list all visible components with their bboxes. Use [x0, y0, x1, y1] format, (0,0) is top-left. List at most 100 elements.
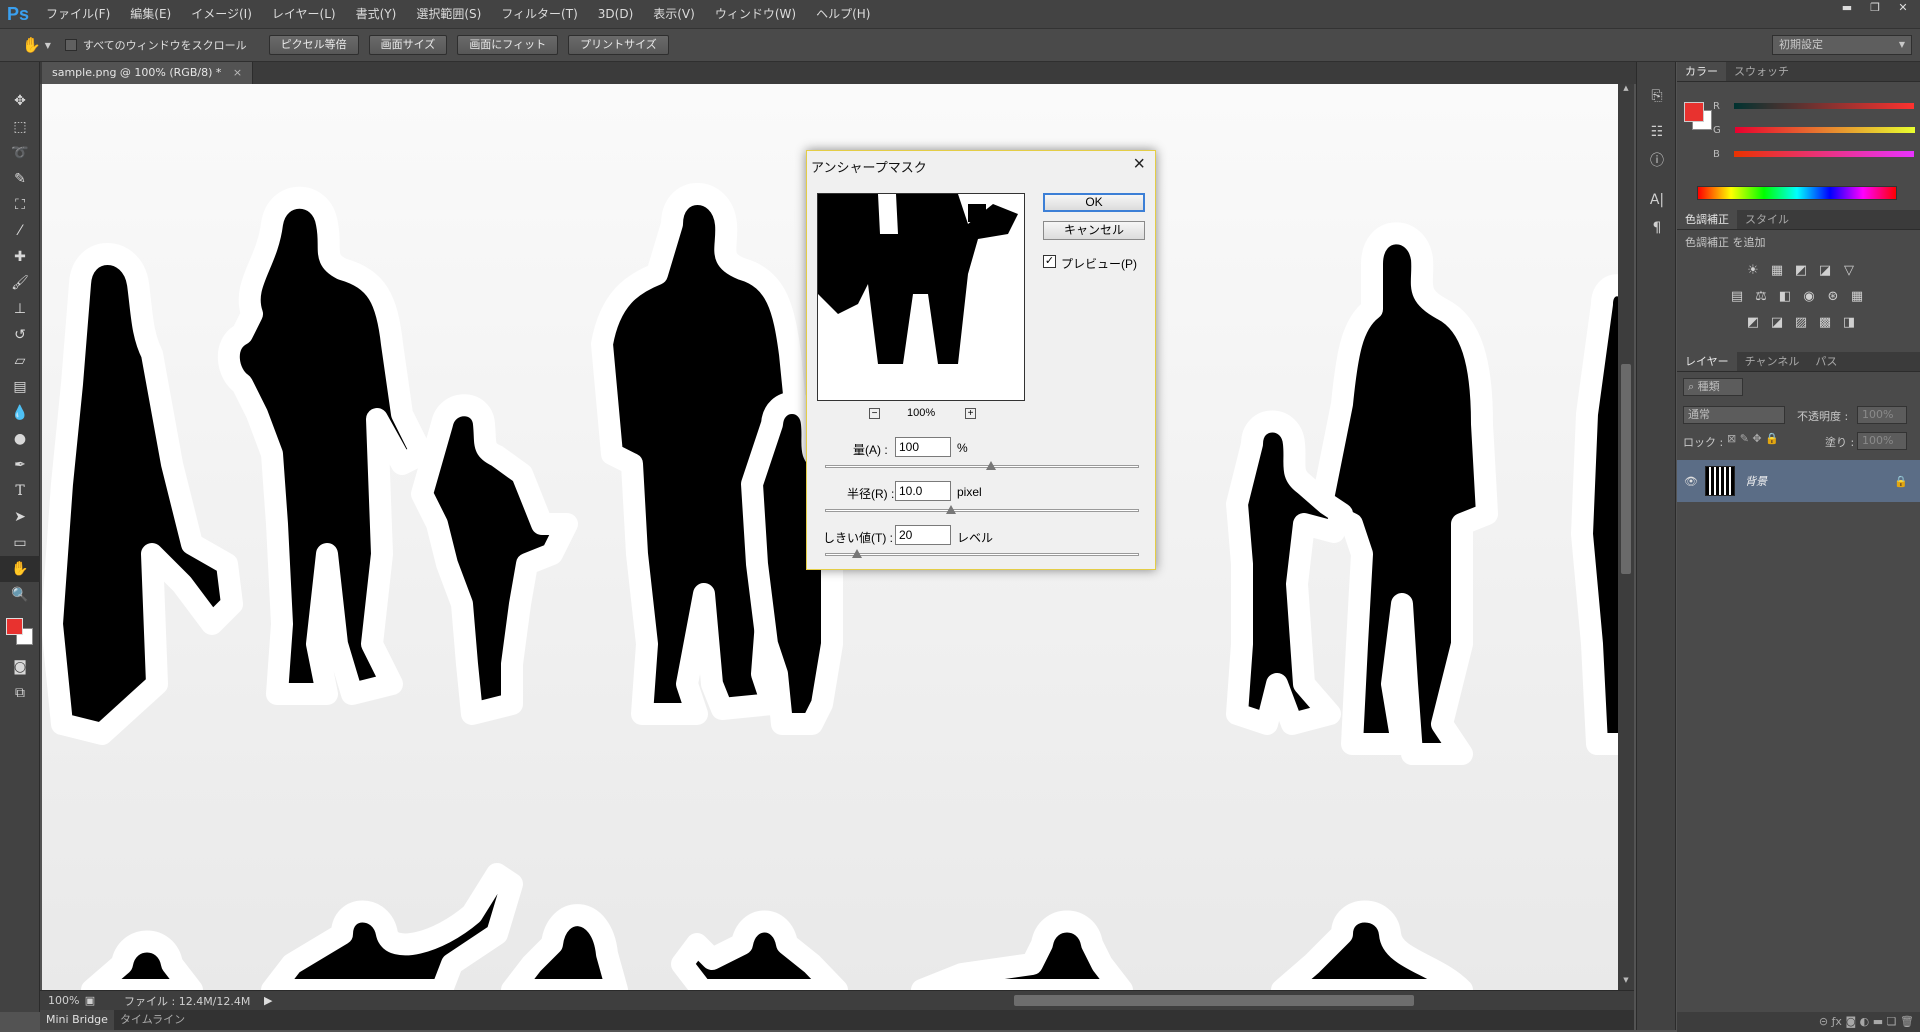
tab-timeline[interactable]: タイムライン — [114, 1010, 191, 1030]
status-info-icon[interactable]: ▣ — [80, 994, 100, 1007]
history-panel-icon[interactable]: ⎘ — [1637, 82, 1677, 110]
fx-icon[interactable]: ƒx — [1832, 1015, 1842, 1028]
foreground-color-swatch[interactable] — [6, 618, 23, 635]
properties-panel-icon[interactable]: ☷ — [1637, 118, 1677, 146]
vertical-scroll-thumb[interactable] — [1621, 364, 1631, 574]
opacity-field[interactable]: 100% — [1857, 406, 1907, 424]
new-adjustment-icon[interactable]: ◐ — [1860, 1015, 1870, 1028]
amount-slider[interactable] — [825, 465, 1139, 468]
marquee-tool-icon[interactable]: ⬚ — [0, 114, 40, 140]
tab-paths[interactable]: パス — [1807, 352, 1845, 371]
restore-button[interactable]: ❐ — [1862, 0, 1888, 18]
threshold-slider-thumb[interactable] — [852, 549, 862, 558]
add-mask-icon[interactable]: ◙ — [1845, 1015, 1856, 1028]
layer-name[interactable]: 背景 — [1745, 473, 1894, 489]
menu-layer[interactable]: レイヤー(L) — [262, 0, 346, 28]
threshold-icon[interactable]: ▨ — [1789, 310, 1813, 334]
horizontal-scrollbar[interactable] — [300, 991, 1634, 1010]
move-tool-icon[interactable]: ✥ — [0, 88, 40, 114]
menu-edit[interactable]: 編集(E) — [120, 0, 181, 28]
dialog-close-icon[interactable]: × — [1133, 153, 1145, 176]
trash-icon[interactable]: 🗑 — [1900, 1015, 1914, 1028]
menu-window[interactable]: ウィンドウ(W) — [705, 0, 806, 28]
green-ramp[interactable] — [1735, 127, 1915, 133]
scroll-all-windows-checkbox[interactable] — [65, 39, 77, 51]
threshold-slider[interactable] — [825, 553, 1139, 556]
fill-screen-button[interactable]: 画面にフィット — [457, 35, 558, 55]
radius-slider-thumb[interactable] — [946, 505, 956, 514]
exposure-icon[interactable]: ◪ — [1813, 258, 1837, 282]
preview-checkbox[interactable]: ✓ — [1043, 255, 1056, 268]
amount-slider-thumb[interactable] — [986, 461, 996, 470]
print-size-button[interactable]: プリントサイズ — [568, 35, 669, 55]
scroll-down-icon[interactable]: ▼ — [1618, 976, 1634, 990]
type-tool-icon[interactable]: T — [0, 478, 40, 504]
eye-icon[interactable]: 👁 — [1677, 475, 1705, 488]
zoom-level[interactable]: 100% — [40, 994, 80, 1007]
zoom-out-preview-icon[interactable]: − — [869, 408, 880, 419]
menu-type[interactable]: 書式(Y) — [346, 0, 407, 28]
tab-channels[interactable]: チャンネル — [1737, 352, 1808, 371]
selective-color-icon[interactable]: ◨ — [1837, 310, 1861, 334]
new-group-icon[interactable]: ▬ — [1873, 1015, 1883, 1028]
channel-mixer-icon[interactable]: ⊛ — [1821, 284, 1845, 308]
ok-button[interactable]: OK — [1043, 193, 1145, 212]
color-swatches[interactable] — [0, 608, 40, 654]
quick-select-tool-icon[interactable]: ✎ — [0, 166, 40, 192]
hand-tool-icon[interactable]: ✋ — [22, 36, 41, 54]
menu-3d[interactable]: 3D(D) — [588, 0, 643, 28]
tab-styles[interactable]: スタイル — [1737, 210, 1797, 229]
hand-tool-active-icon[interactable]: ✋ — [0, 556, 40, 582]
gradient-tool-icon[interactable]: ▤ — [0, 374, 40, 400]
tab-swatches[interactable]: スウォッチ — [1726, 62, 1797, 81]
fit-screen-button[interactable]: 画面サイズ — [369, 35, 448, 55]
crop-tool-icon[interactable]: ⛶ — [0, 192, 40, 218]
menu-view[interactable]: 表示(V) — [643, 0, 705, 28]
blue-ramp[interactable] — [1734, 151, 1914, 157]
invert-icon[interactable]: ◩ — [1741, 310, 1765, 334]
tab-layers[interactable]: レイヤー — [1677, 352, 1737, 371]
hue-saturation-icon[interactable]: ▤ — [1725, 284, 1749, 308]
color-lookup-icon[interactable]: ▦ — [1845, 284, 1869, 308]
info-panel-icon[interactable]: ⓘ — [1637, 146, 1677, 174]
amount-input[interactable]: 100 — [895, 437, 951, 457]
vibrance-icon[interactable]: ▽ — [1837, 258, 1861, 282]
radius-slider[interactable] — [825, 509, 1139, 512]
close-tab-icon[interactable]: × — [233, 66, 242, 79]
menu-file[interactable]: ファイル(F) — [36, 0, 120, 28]
menu-image[interactable]: イメージ(I) — [181, 0, 262, 28]
stamp-tool-icon[interactable]: ⊥ — [0, 296, 40, 322]
black-white-icon[interactable]: ◧ — [1773, 284, 1797, 308]
posterize-icon[interactable]: ◪ — [1765, 310, 1789, 334]
tab-adjustments[interactable]: 色調補正 — [1677, 210, 1737, 229]
eyedropper-tool-icon[interactable]: ⁄ — [0, 218, 40, 244]
filter-preview[interactable] — [817, 193, 1025, 401]
red-ramp[interactable] — [1734, 103, 1914, 109]
screen-mode-icon[interactable]: ⧉ — [0, 680, 40, 706]
history-brush-tool-icon[interactable]: ↺ — [0, 322, 40, 348]
dodge-tool-icon[interactable]: ● — [0, 426, 40, 452]
horizontal-scroll-thumb[interactable] — [1014, 995, 1414, 1006]
minimize-button[interactable]: ▬ — [1834, 0, 1860, 18]
photo-filter-icon[interactable]: ◉ — [1797, 284, 1821, 308]
color-fg-swatch[interactable] — [1684, 102, 1704, 122]
workspace-select[interactable]: 初期設定▼ — [1772, 35, 1912, 55]
layer-kind-filter[interactable]: ⌕ 種類 — [1683, 378, 1743, 396]
document-tab[interactable]: sample.png @ 100% (RGB/8) * × — [42, 62, 253, 84]
gradient-map-icon[interactable]: ▩ — [1813, 310, 1837, 334]
menu-select[interactable]: 選択範囲(S) — [406, 0, 491, 28]
fill-field[interactable]: 100% — [1857, 432, 1907, 450]
menu-filter[interactable]: フィルター(T) — [491, 0, 587, 28]
healing-brush-tool-icon[interactable]: ✚ — [0, 244, 40, 270]
close-window-button[interactable]: ✕ — [1890, 0, 1916, 18]
paragraph-panel-icon[interactable]: ¶ — [1637, 214, 1677, 242]
path-select-tool-icon[interactable]: ➤ — [0, 504, 40, 530]
levels-icon[interactable]: ▦ — [1765, 258, 1789, 282]
curves-icon[interactable]: ◩ — [1789, 258, 1813, 282]
status-menu-arrow-icon[interactable]: ▶ — [264, 994, 272, 1007]
blend-mode-select[interactable]: 通常 — [1683, 406, 1785, 424]
new-layer-icon[interactable]: ❏ — [1887, 1015, 1897, 1028]
threshold-input[interactable]: 20 — [895, 525, 951, 545]
brush-tool-icon[interactable]: 🖌 — [0, 270, 40, 296]
tool-preset-dropdown-icon[interactable]: ▼ — [45, 41, 51, 50]
